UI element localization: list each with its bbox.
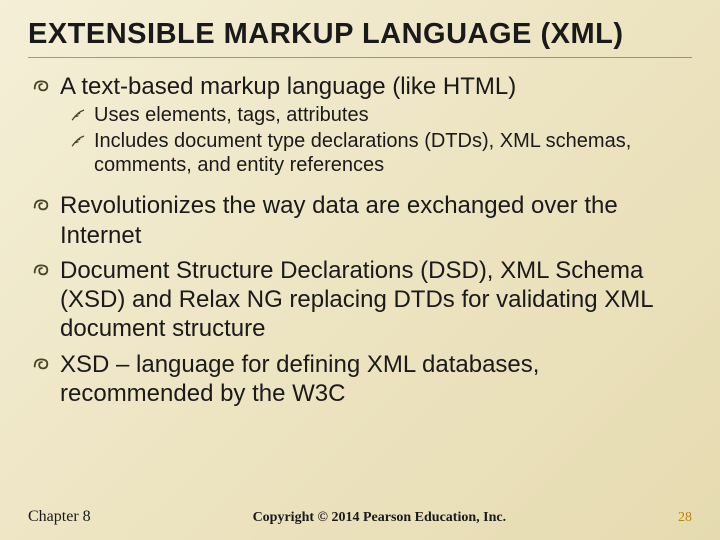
bullet-list-level1: A text-based markup language (like HTML)… — [28, 72, 692, 408]
sub-bullet-text: Uses elements, tags, attributes — [94, 104, 369, 126]
bullet-item: Document Structure Declarations (DSD), X… — [32, 256, 692, 344]
loop-bullet-icon — [32, 354, 50, 372]
bullet-text: Document Structure Declarations (DSD), X… — [60, 257, 653, 343]
bullet-item: Revolutionizes the way data are exchange… — [32, 191, 692, 250]
bullet-text: XSD – language for defining XML database… — [60, 351, 539, 407]
sub-bullet-item: Includes document type declarations (DTD… — [70, 129, 692, 177]
chapter-label: Chapter 8 — [28, 508, 91, 526]
title-rule — [28, 57, 692, 58]
copyright-text: Copyright © 2014 Pearson Education, Inc. — [91, 510, 668, 526]
feather-bullet-icon — [70, 107, 86, 123]
sub-bullet-text: Includes document type declarations (DTD… — [94, 130, 631, 176]
bullet-text: Revolutionizes the way data are exchange… — [60, 192, 618, 248]
bullet-item: A text-based markup language (like HTML)… — [32, 72, 692, 185]
page-number: 28 — [668, 510, 692, 526]
slide: EXTENSIBLE MARKUP LANGUAGE (XML) A text-… — [0, 0, 720, 540]
loop-bullet-icon — [32, 260, 50, 278]
slide-title: EXTENSIBLE MARKUP LANGUAGE (XML) — [28, 18, 692, 51]
sub-bullet-item: Uses elements, tags, attributes — [70, 103, 692, 127]
bullet-item: XSD – language for defining XML database… — [32, 350, 692, 409]
footer: Chapter 8 Copyright © 2014 Pearson Educa… — [0, 508, 720, 526]
loop-bullet-icon — [32, 195, 50, 213]
bullet-text: A text-based markup language (like HTML) — [60, 73, 516, 100]
loop-bullet-icon — [32, 76, 50, 94]
feather-bullet-icon — [70, 133, 86, 149]
bullet-list-level2: Uses elements, tags, attributes Includes… — [60, 101, 692, 185]
